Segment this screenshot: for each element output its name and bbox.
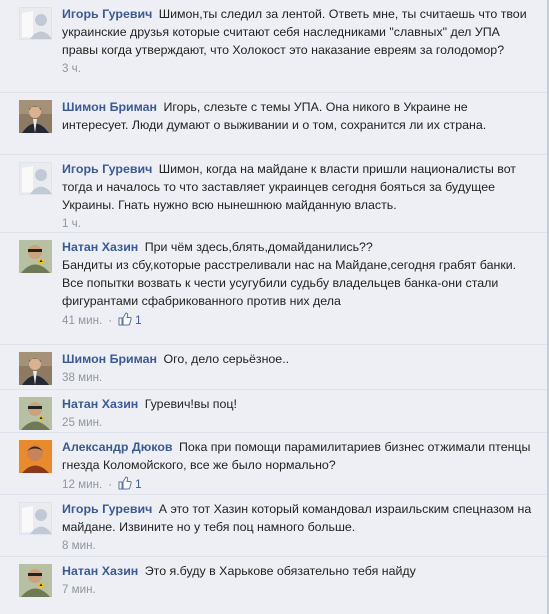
comment-author[interactable]: Игорь Гуревич: [62, 162, 152, 176]
default-avatar-icon: [19, 502, 52, 535]
star-of-david-photo-icon: [19, 240, 52, 273]
comment-text: Ого, дело серьёзное..: [163, 352, 290, 366]
avatar[interactable]: [19, 162, 52, 195]
comment-timestamp[interactable]: 1 ч.: [62, 217, 81, 230]
man-suit-photo-icon: [19, 352, 52, 385]
avatar[interactable]: [19, 564, 52, 597]
comment-thread: Игорь Гуревич Шимон,ты следил за лентой.…: [0, 0, 549, 614]
avatar[interactable]: [19, 100, 52, 133]
comment: Натан Хазин Это я.буду в Харькове обязат…: [0, 557, 549, 614]
default-avatar-icon: [19, 7, 52, 40]
comment: Игорь Гуревич Шимон,ты следил за лентой.…: [0, 0, 549, 93]
comment-author[interactable]: Натан Хазин: [62, 240, 138, 254]
comment: Александр Дюков Пока при помощи парамили…: [0, 433, 549, 495]
comment-timestamp[interactable]: 8 мин.: [62, 539, 96, 552]
comment-timestamp[interactable]: 38 мин.: [62, 371, 102, 384]
comment-meta: 7 мин.: [62, 582, 535, 598]
comment-meta: 12 мин. · 1: [62, 476, 535, 493]
comment-author[interactable]: Александр Дюков: [62, 440, 173, 454]
comment-timestamp[interactable]: 3 ч.: [62, 62, 81, 75]
comment-timestamp[interactable]: 7 мин.: [62, 583, 96, 596]
avatar[interactable]: [19, 397, 52, 430]
comment-timestamp[interactable]: 41 мин.: [62, 314, 102, 327]
meta-separator: ·: [108, 314, 113, 327]
star-of-david-photo-icon: [19, 564, 52, 597]
avatar[interactable]: [19, 440, 52, 473]
avatar[interactable]: [19, 240, 52, 273]
star-of-david-photo-icon: [19, 397, 52, 430]
comment-meta: 41 мин. · 1: [62, 312, 535, 329]
comment-author[interactable]: Игорь Гуревич: [62, 502, 152, 516]
comment-author[interactable]: Игорь Гуревич: [62, 7, 152, 21]
comment-text: Гуревич!вы поц!: [144, 397, 237, 411]
man-suit-photo-icon: [19, 100, 52, 133]
comment: Натан Хазин Гуревич!вы поц! 25 мин.: [0, 390, 549, 433]
man-orange-photo-icon: [19, 440, 52, 473]
thumbs-up-icon[interactable]: [118, 312, 132, 326]
comment-author[interactable]: Натан Хазин: [62, 397, 138, 411]
comment-meta: 38 мин.: [62, 370, 535, 386]
comment-timestamp[interactable]: 25 мин.: [62, 416, 102, 429]
comment-author[interactable]: Шимон Бриман: [62, 100, 157, 114]
comment-author[interactable]: Шимон Бриман: [62, 352, 157, 366]
comment-timestamp[interactable]: 12 мин.: [62, 478, 102, 491]
comment-author[interactable]: Натан Хазин: [62, 564, 138, 578]
comment: Шимон Бриман Ого, дело серьёзное.. 38 ми…: [0, 345, 549, 390]
default-avatar-icon: [19, 162, 52, 195]
comment-meta: 25 мин.: [62, 415, 535, 431]
avatar[interactable]: [19, 502, 52, 535]
avatar[interactable]: [19, 7, 52, 40]
avatar[interactable]: [19, 352, 52, 385]
comment-text: Это я.буду в Харькове обязательно тебя н…: [144, 564, 416, 578]
meta-separator: ·: [108, 478, 113, 491]
comment-meta: 1 ч.: [62, 216, 535, 232]
thumbs-up-icon[interactable]: [118, 476, 132, 490]
comment: Шимон Бриман Игорь, слезьте с темы УПА. …: [0, 93, 549, 155]
like-count[interactable]: 1: [135, 314, 141, 327]
comment-meta: 8 мин.: [62, 538, 535, 554]
comment-meta: 3 ч.: [62, 61, 535, 77]
like-count[interactable]: 1: [135, 478, 141, 491]
comment: Игорь Гуревич А это тот Хазин который ко…: [0, 495, 549, 557]
comment: Натан Хазин При чём здесь,блять,домайдан…: [0, 233, 549, 345]
comment: Игорь Гуревич Шимон, когда на майдане к …: [0, 155, 549, 233]
